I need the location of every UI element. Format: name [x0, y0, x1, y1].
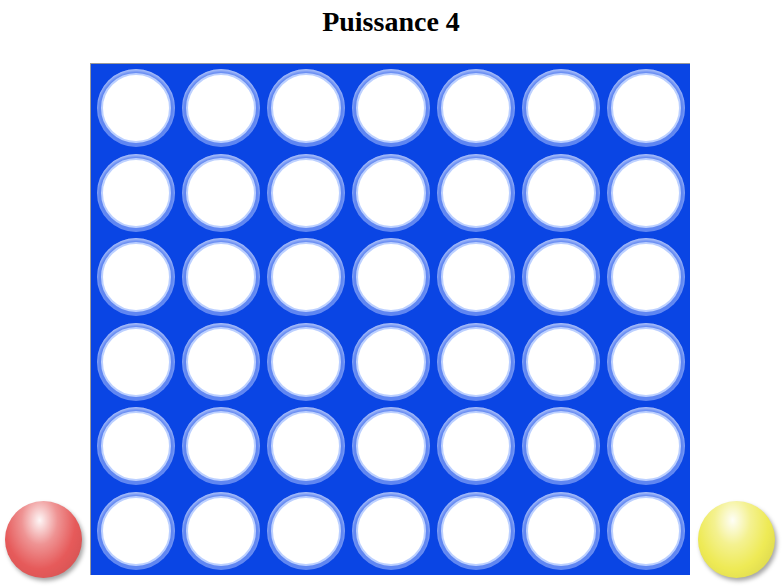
board-cell[interactable] [518, 489, 603, 574]
game-page: Puissance 4 [0, 0, 782, 588]
board-cell[interactable] [348, 489, 433, 574]
cell-hole [182, 69, 260, 147]
cell-hole [97, 407, 175, 485]
cell-hole [522, 69, 600, 147]
board-cell[interactable] [518, 320, 603, 405]
cell-hole [182, 492, 260, 570]
cell-hole [182, 407, 260, 485]
board-cell[interactable] [263, 66, 348, 151]
board-cell[interactable] [603, 151, 688, 236]
board-cell[interactable] [518, 235, 603, 320]
cell-hole [97, 154, 175, 232]
cell-hole [182, 323, 260, 401]
yellow-piece-icon[interactable] [698, 501, 775, 578]
cell-hole [352, 492, 430, 570]
board-cell[interactable] [93, 404, 178, 489]
cell-hole [522, 238, 600, 316]
cell-hole [437, 69, 515, 147]
board-cell[interactable] [603, 320, 688, 405]
board-cell[interactable] [263, 404, 348, 489]
red-piece-icon[interactable] [5, 501, 82, 578]
cell-hole [267, 69, 345, 147]
cell-hole [182, 238, 260, 316]
cell-hole [437, 492, 515, 570]
board-cell[interactable] [433, 235, 518, 320]
cell-hole [437, 238, 515, 316]
board-cell[interactable] [603, 66, 688, 151]
cell-hole [267, 323, 345, 401]
cell-hole [437, 407, 515, 485]
board-cell[interactable] [518, 151, 603, 236]
board-cell[interactable] [348, 151, 433, 236]
board-cell[interactable] [518, 66, 603, 151]
board-cell[interactable] [433, 489, 518, 574]
board-cell[interactable] [348, 235, 433, 320]
cell-hole [267, 154, 345, 232]
cell-hole [267, 407, 345, 485]
board-cell[interactable] [178, 235, 263, 320]
board-cell[interactable] [178, 66, 263, 151]
board-cell[interactable] [433, 320, 518, 405]
board-cell[interactable] [263, 235, 348, 320]
board-cell[interactable] [178, 404, 263, 489]
cell-hole [607, 407, 685, 485]
board-cell[interactable] [178, 489, 263, 574]
game-title: Puissance 4 [0, 0, 782, 38]
board-cell[interactable] [178, 151, 263, 236]
board-cell[interactable] [433, 151, 518, 236]
board-cell[interactable] [518, 404, 603, 489]
cell-hole [182, 154, 260, 232]
board-cell[interactable] [263, 489, 348, 574]
cell-hole [267, 238, 345, 316]
cell-hole [437, 323, 515, 401]
cell-hole [607, 492, 685, 570]
cell-hole [607, 154, 685, 232]
cell-hole [522, 492, 600, 570]
cell-hole [97, 492, 175, 570]
cell-hole [97, 323, 175, 401]
cell-hole [437, 154, 515, 232]
cell-hole [97, 238, 175, 316]
board-cell[interactable] [603, 489, 688, 574]
board-cell[interactable] [93, 66, 178, 151]
board-cell[interactable] [603, 404, 688, 489]
board-cell[interactable] [178, 320, 263, 405]
game-area [0, 63, 782, 575]
cell-hole [607, 69, 685, 147]
board-cell[interactable] [93, 151, 178, 236]
cell-hole [607, 238, 685, 316]
cell-hole [522, 154, 600, 232]
board-cell[interactable] [263, 320, 348, 405]
board-cell[interactable] [93, 320, 178, 405]
cell-hole [352, 69, 430, 147]
cell-hole [352, 323, 430, 401]
board-cell[interactable] [263, 151, 348, 236]
board-cell[interactable] [93, 489, 178, 574]
cell-hole [522, 407, 600, 485]
cell-hole [522, 323, 600, 401]
cell-hole [267, 492, 345, 570]
cell-hole [97, 69, 175, 147]
cell-hole [352, 154, 430, 232]
board-cell[interactable] [348, 320, 433, 405]
cell-hole [607, 323, 685, 401]
board-cell[interactable] [433, 66, 518, 151]
cell-hole [352, 238, 430, 316]
board-cell[interactable] [433, 404, 518, 489]
game-board [90, 63, 690, 575]
board-cell[interactable] [348, 66, 433, 151]
board-cell[interactable] [348, 404, 433, 489]
board-cell[interactable] [603, 235, 688, 320]
board-cell[interactable] [93, 235, 178, 320]
cell-hole [352, 407, 430, 485]
